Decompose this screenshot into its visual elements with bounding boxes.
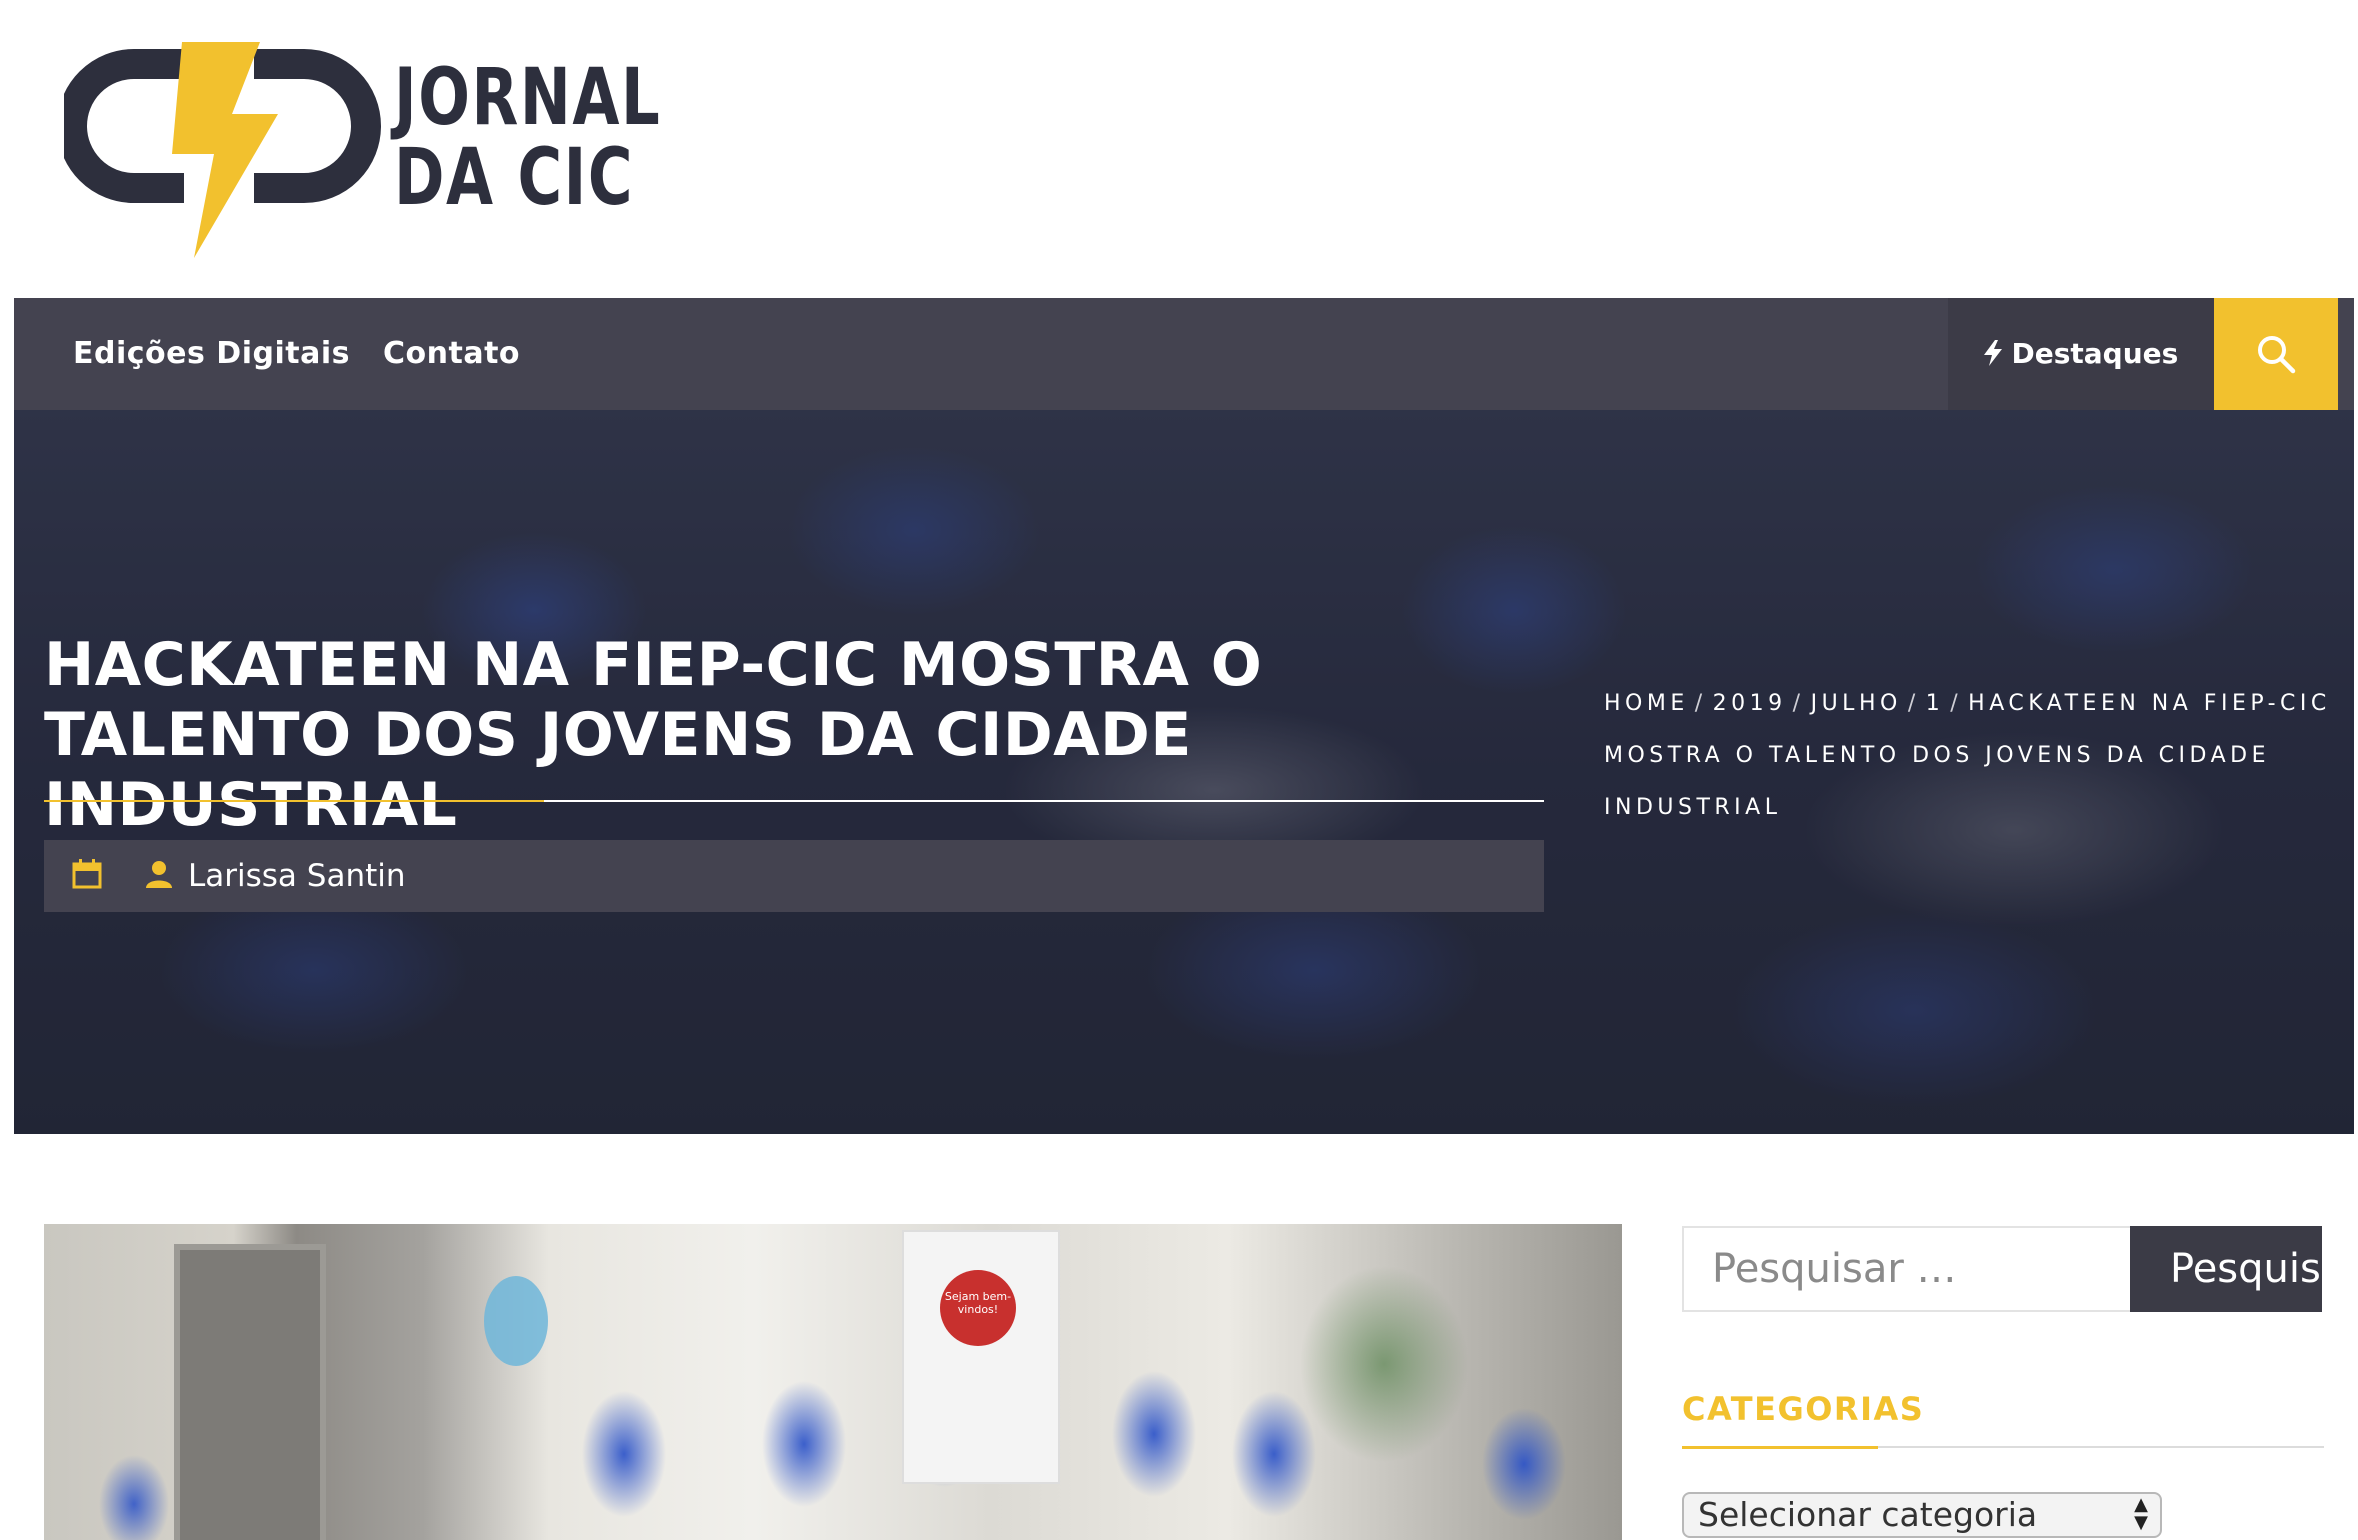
logo-wordmark: JORNAL DA CIC — [394, 58, 661, 218]
logo-line-1: JORNAL — [394, 53, 662, 143]
breadcrumb: HOME/2019/JULHO/1/HACKATEEN NA FIEP-CIC … — [1604, 678, 2344, 834]
categories-select[interactable]: Selecionar categoria ▲ ▼ — [1682, 1492, 2162, 1538]
title-divider — [44, 800, 1544, 802]
page-title: HACKATEEN NA FIEP-CIC MOSTRA O TALENTO D… — [44, 630, 1263, 840]
site-logo[interactable]: JORNAL DA CIC — [64, 36, 660, 266]
breadcrumb-month[interactable]: JULHO — [1811, 691, 1902, 716]
categories-select-value: Selecionar categoria — [1698, 1495, 2038, 1534]
hero-banner: HACKATEEN NA FIEP-CIC MOSTRA O TALENTO D… — [14, 410, 2354, 1134]
featured-label: Destaques — [2011, 337, 2179, 370]
categories-title: CATEGORIAS — [1682, 1390, 1925, 1428]
image-welcome-banner: Sejam bem-vindos! — [902, 1230, 1060, 1484]
nav-item-edicoes-digitais[interactable]: Edições Digitais — [73, 298, 350, 410]
image-elevator — [174, 1244, 326, 1540]
breadcrumb-separator: / — [1907, 691, 1920, 716]
main-navigation: Edições Digitais Contato Destaques — [14, 298, 2354, 410]
breadcrumb-day[interactable]: 1 — [1926, 691, 1945, 716]
select-arrows-icon: ▲ ▼ — [2134, 1494, 2148, 1533]
post-author[interactable]: Larissa Santin — [188, 858, 406, 894]
breadcrumb-year[interactable]: 2019 — [1713, 691, 1787, 716]
breadcrumb-separator: / — [1694, 691, 1707, 716]
sidebar-search-button[interactable]: Pesquisar — [2130, 1226, 2322, 1312]
calendar-icon[interactable] — [72, 859, 102, 893]
article-featured-image: Sejam bem-vindos! — [44, 1224, 1622, 1540]
categories-divider — [1682, 1446, 2324, 1449]
nav-item-contato[interactable]: Contato — [383, 298, 520, 410]
image-banner-text: Sejam bem-vindos! — [944, 1290, 1012, 1316]
header-search-button[interactable] — [2214, 298, 2338, 410]
bolt-icon — [1983, 337, 2012, 370]
breadcrumb-separator: / — [1792, 691, 1805, 716]
post-meta: Larissa Santin — [44, 840, 1544, 912]
user-icon — [146, 860, 172, 892]
image-sign — [484, 1276, 548, 1366]
sidebar-search-input[interactable] — [1682, 1226, 2132, 1312]
featured-button[interactable]: Destaques — [1948, 298, 2214, 410]
breadcrumb-home[interactable]: HOME — [1604, 691, 1689, 716]
breadcrumb-separator: / — [1950, 691, 1963, 716]
logo-line-2: DA CIC — [394, 133, 635, 223]
lightning-cd-logo-icon — [64, 42, 381, 258]
search-icon — [2258, 336, 2296, 374]
